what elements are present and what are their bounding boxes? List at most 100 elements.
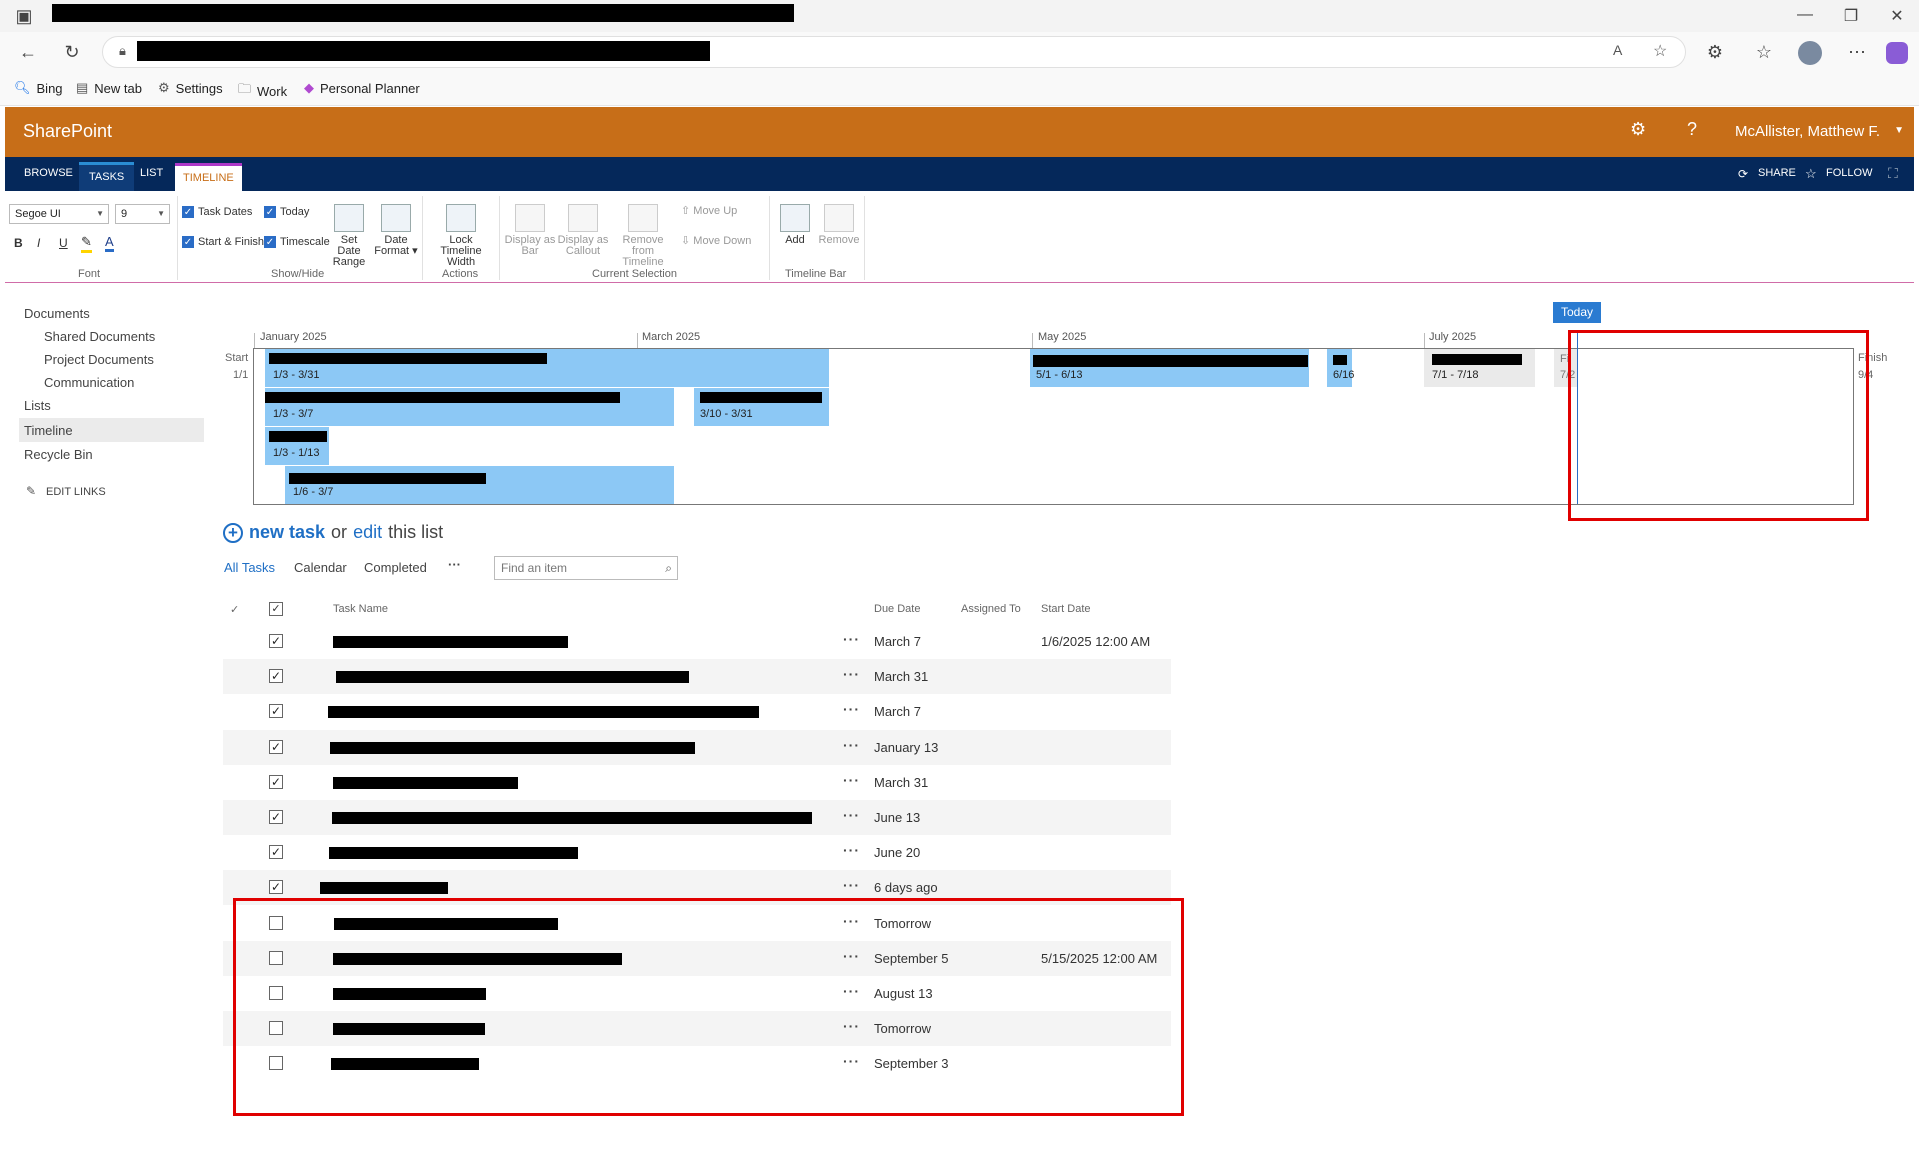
timeline-task-bar[interactable]: 5/1 - 6/13 (1030, 349, 1309, 387)
back-icon[interactable]: ← (16, 42, 40, 62)
fav-personal-planner[interactable]: ◆ Personal Planner (304, 80, 420, 96)
font-family-select[interactable]: Segoe UI ▼ (9, 204, 109, 224)
table-row[interactable]: ✓ ··· March 31 (223, 765, 1171, 800)
item-menu-ellipsis-icon[interactable]: ··· (843, 807, 860, 823)
fav-bing[interactable]: 🔍︎ Bing (14, 80, 63, 96)
nav-communication[interactable]: Communication (44, 375, 134, 390)
view-all-tasks[interactable]: All Tasks (224, 560, 275, 575)
share-button[interactable]: SHARE (1758, 167, 1796, 179)
item-menu-ellipsis-icon[interactable]: ··· (843, 842, 860, 858)
fav-settings[interactable]: ⚙ Settings (158, 80, 223, 96)
redacted-task-name[interactable] (330, 741, 695, 754)
italic-icon[interactable]: I (37, 236, 40, 250)
item-menu-ellipsis-icon[interactable]: ··· (843, 701, 860, 717)
move-down-button[interactable]: ⇩ Move Down (681, 236, 751, 247)
item-menu-ellipsis-icon[interactable]: ··· (843, 631, 860, 647)
nav-documents[interactable]: Documents (24, 306, 90, 321)
nav-recycle-bin[interactable]: Recycle Bin (24, 447, 93, 462)
more-options-icon[interactable]: ⋯ (1845, 42, 1869, 62)
follow-button[interactable]: FOLLOW (1826, 167, 1872, 179)
edit-links[interactable]: EDIT LINKS (46, 486, 106, 498)
fav-new-tab[interactable]: ▤ New tab (76, 80, 142, 96)
minimize-icon[interactable]: — (1790, 6, 1820, 24)
table-row[interactable]: ✓ ··· January 13 (223, 729, 1171, 765)
tab-browse[interactable]: BROWSE (24, 167, 73, 179)
set-date-range-button[interactable]: Set Date Range (328, 204, 370, 268)
task-complete-checkbox[interactable]: ✓ (269, 704, 283, 719)
font-color-icon[interactable]: A (105, 234, 114, 252)
timeline-task-bar[interactable]: 1/6 - 3/7 (285, 466, 674, 504)
start-finish-checkbox[interactable]: ✓ Start & Finish (182, 236, 264, 248)
column-task-name[interactable]: Task Name (333, 603, 388, 615)
date-format-button[interactable]: Date Format ▾ (374, 204, 418, 257)
tab-list[interactable]: LIST (140, 167, 163, 179)
favorites-icon[interactable]: ☆ (1752, 42, 1776, 62)
fav-work[interactable]: 🗀 Work (238, 80, 287, 102)
item-menu-ellipsis-icon[interactable]: ··· (843, 772, 860, 788)
font-size-select[interactable]: 9 ▼ (115, 204, 170, 224)
search-icon[interactable]: ⌕ (665, 557, 672, 579)
tab-tasks[interactable]: TASKS (79, 162, 135, 191)
view-calendar[interactable]: Calendar (294, 560, 347, 575)
item-menu-ellipsis-icon[interactable]: ··· (843, 877, 860, 893)
redacted-task-name[interactable] (333, 776, 518, 789)
table-row[interactable]: ✓ ··· March 7 1/6/2025 12:00 AM (223, 624, 1171, 659)
column-start-date[interactable]: Start Date (1041, 603, 1091, 615)
timeline-task-bar[interactable]: 3/10 - 3/31 (694, 388, 829, 426)
extensions-icon[interactable]: ⚙ (1703, 42, 1727, 62)
edit-list-link[interactable]: edit (353, 522, 382, 543)
timeline-task-bar[interactable]: 6/16 (1327, 349, 1354, 387)
copilot-icon[interactable] (1886, 42, 1908, 64)
table-row[interactable]: ✓ ··· March 7 (223, 694, 1171, 729)
redacted-task-name[interactable] (332, 812, 812, 824)
profile-avatar[interactable] (1798, 41, 1822, 65)
view-completed[interactable]: Completed (364, 560, 427, 575)
highlight-icon[interactable]: ✎ (81, 234, 92, 253)
display-as-callout-button[interactable]: Display as Callout (557, 204, 609, 257)
timescale-checkbox[interactable]: ✓ Timescale (264, 236, 330, 248)
restore-icon[interactable]: ❐ (1836, 6, 1866, 26)
table-row[interactable]: ✓ ··· June 20 (223, 835, 1171, 870)
today-checkbox[interactable]: ✓ Today (264, 206, 309, 218)
task-complete-checkbox[interactable]: ✓ (269, 880, 283, 895)
help-icon[interactable]: ? (1687, 119, 1697, 140)
more-views-icon[interactable]: ··· (448, 557, 461, 572)
task-complete-checkbox[interactable]: ✓ (269, 810, 283, 824)
nav-shared-documents[interactable]: Shared Documents (44, 329, 155, 344)
sharepoint-brand[interactable]: SharePoint (23, 121, 112, 142)
task-complete-checkbox[interactable]: ✓ (269, 669, 283, 684)
chevron-down-icon[interactable]: ▼ (1894, 125, 1904, 136)
redacted-task-name[interactable] (328, 706, 759, 719)
remove-timeline-bar-button[interactable]: Remove (818, 204, 860, 246)
timeline-task-bar[interactable]: 1/3 - 3/7 (265, 388, 674, 426)
underline-icon[interactable]: U (59, 236, 68, 250)
task-complete-checkbox[interactable]: ✓ (269, 774, 283, 789)
favorite-star-icon[interactable]: ☆ (1653, 41, 1667, 61)
timeline-task-bar[interactable]: 1/3 - 1/13 (265, 427, 329, 465)
remove-from-timeline-button[interactable]: Remove from Timeline (610, 204, 676, 268)
share-icon[interactable]: ⟳ (1738, 167, 1748, 181)
move-up-button[interactable]: ⇧ Move Up (681, 206, 737, 217)
add-timeline-bar-button[interactable]: Add (775, 204, 815, 246)
nav-lists[interactable]: Lists (24, 398, 51, 413)
display-as-bar-button[interactable]: Display as Bar (504, 204, 556, 257)
user-menu[interactable]: McAllister, Matthew F. (1735, 123, 1880, 140)
read-aloud-icon[interactable]: A (1613, 42, 1622, 58)
redacted-task-name[interactable] (333, 636, 568, 648)
task-complete-checkbox[interactable]: ✓ (269, 634, 283, 648)
new-task-link[interactable]: new task (249, 522, 325, 543)
sidebar-toggle-icon[interactable]: ▣ (12, 6, 36, 26)
nav-project-documents[interactable]: Project Documents (44, 352, 154, 367)
timeline-task-bar[interactable]: 7/1 - 7/18 (1424, 349, 1535, 387)
item-menu-ellipsis-icon[interactable]: ··· (843, 737, 860, 753)
lock-timeline-width-button[interactable]: Lock Timeline Width (428, 204, 494, 268)
column-assigned-to[interactable]: Assigned To (961, 603, 1021, 615)
select-all-checkbox[interactable]: ✓ (269, 602, 283, 616)
tab-timeline[interactable]: TIMELINE (175, 163, 242, 191)
settings-gear-icon[interactable]: ⚙ (1630, 119, 1646, 140)
redacted-task-name[interactable] (329, 847, 578, 860)
focus-content-icon[interactable]: ⛶ (1888, 165, 1898, 182)
redacted-task-name[interactable] (336, 671, 689, 684)
column-due-date[interactable]: Due Date (874, 603, 920, 615)
nav-timeline[interactable]: Timeline (24, 423, 73, 438)
